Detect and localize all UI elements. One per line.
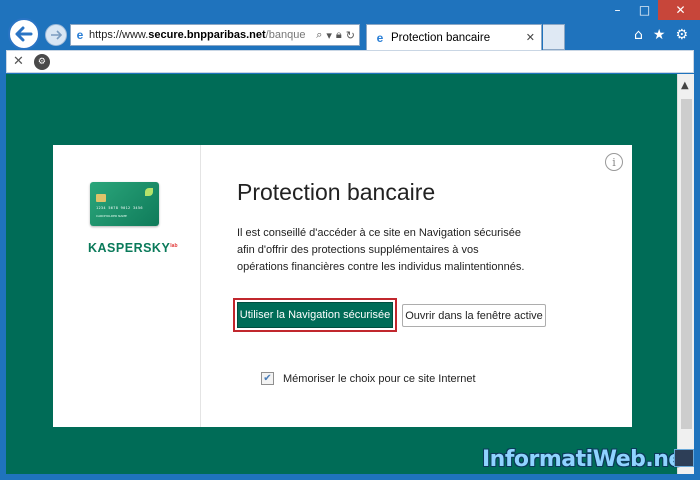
- toolbar-right: ⌂ ★ ⚙: [634, 27, 688, 43]
- card-leaf-icon: [145, 188, 153, 196]
- tab-title: Protection bancaire: [391, 31, 491, 44]
- dialog-description: Il est conseillé d'accéder à ce site en …: [237, 227, 525, 273]
- info-icon[interactable]: i: [605, 153, 623, 171]
- window-controls: – □ ✕: [604, 0, 700, 20]
- lock-icon[interactable]: 🔒︎: [336, 29, 342, 42]
- highlight-frame: Utiliser la Navigation sécurisée: [233, 298, 397, 332]
- minimize-button[interactable]: –: [604, 0, 631, 20]
- forward-arrow-icon: [51, 30, 62, 40]
- url-path: /banque: [265, 29, 306, 41]
- title-bar: – □ ✕ e https://www. secure.bnpparibas.n…: [0, 0, 700, 50]
- remember-choice[interactable]: ✔ Mémoriser le choix pour ce site Intern…: [261, 372, 476, 385]
- kaspersky-toolbar-icon[interactable]: ⚙: [33, 53, 50, 70]
- refresh-icon[interactable]: ↻: [346, 29, 355, 42]
- home-icon[interactable]: ⌂: [634, 27, 643, 43]
- back-button[interactable]: [8, 18, 40, 50]
- gear-icon[interactable]: ⚙: [675, 27, 688, 43]
- address-bar-icons: ⌕ ▾ 🔒︎ ↻: [316, 29, 359, 42]
- forward-button[interactable]: [45, 24, 67, 46]
- ie-logo-icon: e: [376, 30, 384, 45]
- vertical-scrollbar[interactable]: ▲ ▼: [677, 74, 694, 474]
- tab-active[interactable]: e Protection bancaire ✕: [366, 24, 542, 50]
- close-bar-icon[interactable]: ✕: [13, 54, 24, 69]
- ie-logo-icon: e: [76, 28, 84, 42]
- dropdown-icon[interactable]: ▾: [326, 29, 332, 42]
- dialog-title: Protection bancaire: [237, 179, 436, 205]
- credit-card-icon: 1234 5678 9012 3456 CARDHOLDER NAME: [90, 182, 159, 226]
- maximize-button[interactable]: □: [631, 0, 658, 20]
- url-host: secure.bnpparibas.net: [148, 29, 266, 41]
- scrollbar-thumb[interactable]: [681, 99, 692, 429]
- remember-checkbox[interactable]: ✔: [261, 372, 274, 385]
- close-window-button[interactable]: ✕: [658, 0, 700, 20]
- command-bar: ✕ ⚙: [6, 50, 694, 73]
- card-number: 1234 5678 9012 3456: [96, 206, 143, 210]
- remember-label: Mémoriser le choix pour ce site Internet: [283, 372, 476, 385]
- new-tab-button[interactable]: [543, 24, 565, 50]
- card-chip: [96, 194, 106, 202]
- search-icon[interactable]: ⌕: [316, 29, 322, 42]
- open-in-active-window-button[interactable]: Ouvrir dans la fenêtre active: [402, 304, 546, 327]
- url-scheme: https://www.: [89, 29, 149, 41]
- safe-browsing-button[interactable]: Utiliser la Navigation sécurisée: [237, 302, 393, 328]
- kaspersky-logo: KASPERSKYlab: [88, 241, 178, 255]
- monitor-icon: [674, 449, 694, 467]
- back-arrow-icon: [15, 26, 33, 42]
- safe-money-dialog: 1234 5678 9012 3456 CARDHOLDER NAME KASP…: [53, 145, 632, 427]
- address-bar[interactable]: e https://www. secure.bnpparibas.net /ba…: [70, 24, 360, 46]
- watermark: InformatiWeb.net: [482, 447, 693, 472]
- card-holder: CARDHOLDER NAME: [96, 214, 127, 218]
- browser-window: – □ ✕ e https://www. secure.bnpparibas.n…: [0, 0, 700, 480]
- dialog-brand-panel: 1234 5678 9012 3456 CARDHOLDER NAME KASP…: [53, 145, 201, 427]
- scroll-up-icon[interactable]: ▲: [681, 80, 689, 91]
- star-icon[interactable]: ★: [653, 27, 666, 43]
- tab-close-icon[interactable]: ✕: [526, 31, 535, 44]
